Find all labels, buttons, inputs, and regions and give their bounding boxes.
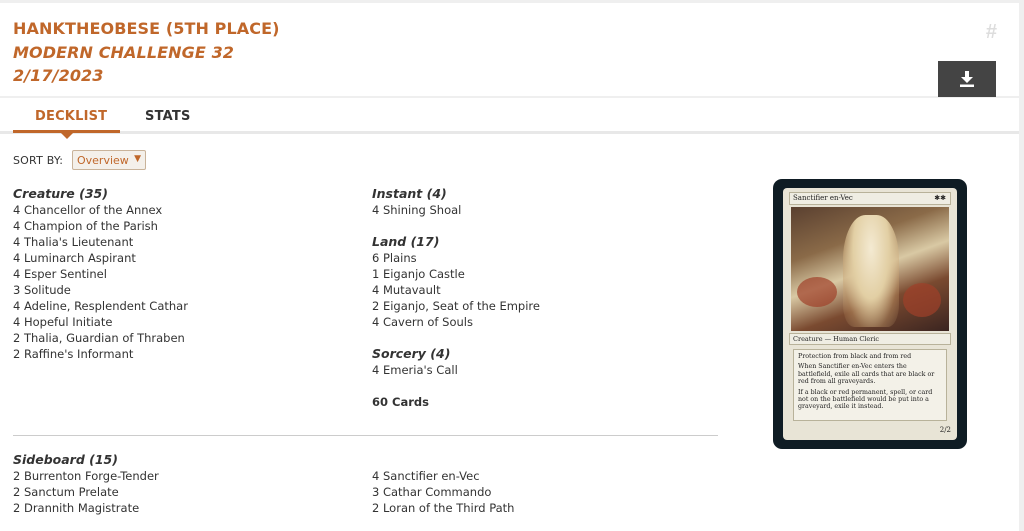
card-line[interactable]: 4 Mutavault	[372, 282, 540, 298]
card-type-line: Creature — Human Cleric	[789, 333, 951, 345]
active-tab-notch	[61, 133, 73, 139]
hash-icon[interactable]: #	[986, 21, 997, 44]
section-heading: Sideboard (15)	[13, 452, 118, 467]
card-line[interactable]: 2 Thalia, Guardian of Thraben	[13, 330, 188, 346]
card-line[interactable]: 4 Sanctifier en-Vec	[372, 468, 514, 484]
deck-header: HANKTHEOBESE (5TH PLACE) MODERN CHALLENG…	[0, 3, 1019, 97]
card-line[interactable]: 4 Adeline, Resplendent Cathar	[13, 298, 188, 314]
tab-stats[interactable]: STATS	[145, 109, 191, 124]
card-line[interactable]: 6 Plains	[372, 250, 540, 266]
sideboard-section: Sideboard (15) 2 Burrenton Forge-Tender …	[13, 452, 159, 516]
card-line[interactable]: 3 Cathar Commando	[372, 484, 514, 500]
noncreature-sections: Instant (4) 4 Shining Shoal Land (17) 6 …	[372, 186, 540, 410]
card-line[interactable]: 2 Burrenton Forge-Tender	[13, 468, 159, 484]
sideboard-divider	[13, 435, 718, 436]
card-line[interactable]: 4 Champion of the Parish	[13, 218, 188, 234]
section-heading: Creature (35)	[13, 186, 108, 201]
card-line[interactable]: 2 Drannith Magistrate	[13, 500, 159, 516]
card-ability: When Sanctifier en-Vec enters the battle…	[798, 363, 935, 386]
card-power-toughness: 2/2	[939, 426, 951, 434]
card-line[interactable]: 4 Luminarch Aspirant	[13, 250, 188, 266]
card-rules-text: Protection from black and from red When …	[793, 349, 947, 421]
card-art-image	[791, 207, 949, 331]
section-heading: Sorcery (4)	[372, 346, 451, 361]
section-heading: Instant (4)	[372, 186, 447, 201]
sort-select[interactable]: Overview ▼	[72, 150, 146, 170]
card-line[interactable]: 2 Raffine's Informant	[13, 346, 188, 362]
card-line[interactable]: 4 Hopeful Initiate	[13, 314, 188, 330]
card-line[interactable]: 1 Eiganjo Castle	[372, 266, 540, 282]
card-line[interactable]: 4 Thalia's Lieutenant	[13, 234, 188, 250]
deck-content: DECKLIST STATS SORT BY: Overview ▼ Creat…	[0, 98, 1019, 531]
card-line[interactable]: 2 Loran of the Third Path	[372, 500, 514, 516]
mana-cost-icon: ✱✱	[934, 194, 946, 202]
card-ability: Protection from black and from red	[798, 353, 912, 360]
card-line[interactable]: 4 Esper Sentinel	[13, 266, 188, 282]
card-name: Sanctifier en-Vec	[793, 194, 853, 202]
sort-selected-value: Overview	[77, 154, 129, 167]
card-preview: Sanctifier en-Vec ✱✱ Creature — Human Cl…	[773, 179, 967, 449]
card-line[interactable]: 2 Sanctum Prelate	[13, 484, 159, 500]
event-date: 2/17/2023	[13, 66, 104, 85]
tab-bar: DECKLIST STATS	[0, 98, 1019, 139]
card-total: 60 Cards	[372, 395, 429, 409]
download-icon	[960, 71, 974, 87]
section-heading: Land (17)	[372, 234, 440, 249]
download-button[interactable]	[938, 61, 996, 97]
card-ability: If a black or red permanent, spell, or c…	[798, 388, 933, 411]
card-line[interactable]: 3 Solitude	[13, 282, 188, 298]
card-line[interactable]: 4 Emeria's Call	[372, 362, 540, 378]
chevron-down-icon: ▼	[134, 154, 141, 164]
sort-by-label: SORT BY:	[13, 154, 64, 167]
event-name[interactable]: MODERN CHALLENGE 32	[13, 43, 234, 62]
card-face: Sanctifier en-Vec ✱✱ Creature — Human Cl…	[783, 188, 957, 440]
tab-decklist[interactable]: DECKLIST	[35, 109, 107, 124]
card-line[interactable]: 4 Cavern of Souls	[372, 314, 540, 330]
creature-section: Creature (35) 4 Chancellor of the Annex …	[13, 186, 188, 362]
card-line[interactable]: 2 Eiganjo, Seat of the Empire	[372, 298, 540, 314]
card-name-bar: Sanctifier en-Vec ✱✱	[789, 192, 951, 205]
sideboard-section-right: 4 Sanctifier en-Vec 3 Cathar Commando 2 …	[372, 468, 514, 516]
card-line[interactable]: 4 Chancellor of the Annex	[13, 202, 188, 218]
player-name: HANKTHEOBESE (5TH PLACE)	[13, 19, 280, 38]
card-line[interactable]: 4 Shining Shoal	[372, 202, 540, 218]
